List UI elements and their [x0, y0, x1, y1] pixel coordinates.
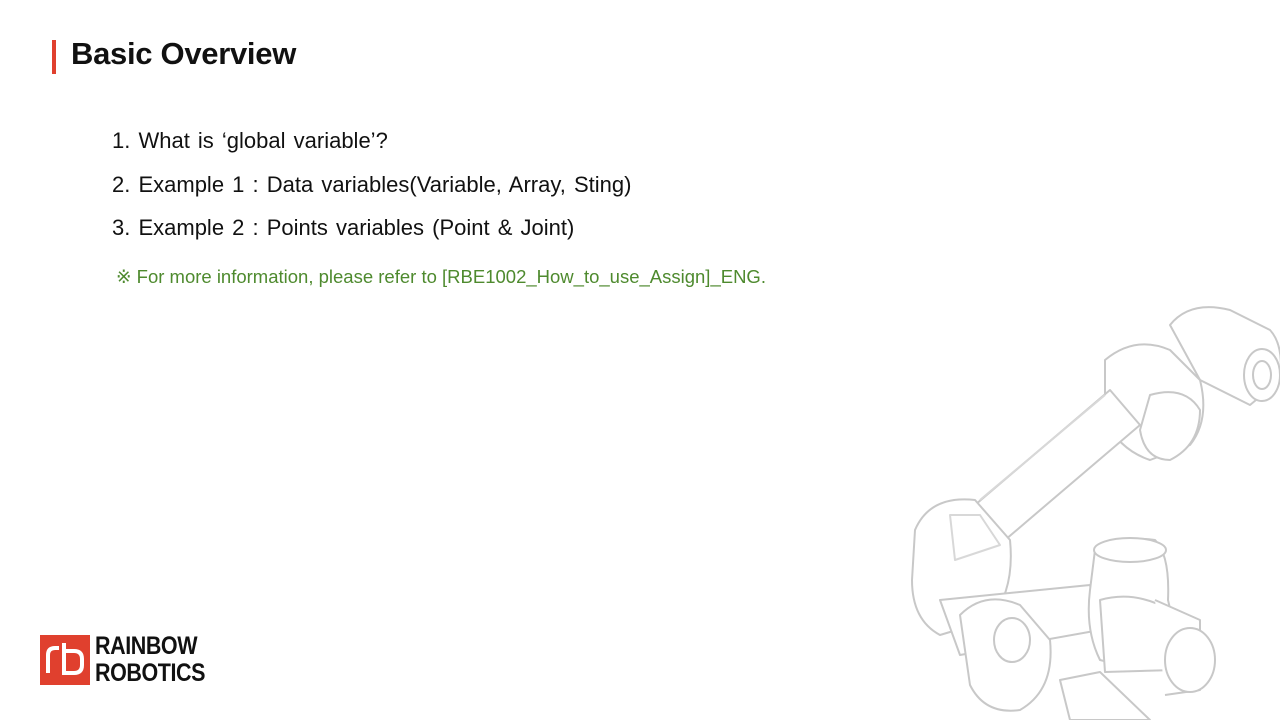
page-title: Basic Overview	[71, 36, 297, 71]
overview-list: 1. What is ‘global variable’? 2. Example…	[112, 124, 631, 255]
list-item: 1. What is ‘global variable’?	[112, 128, 388, 153]
title-accent-bar	[52, 40, 56, 74]
rainbow-robotics-logo: RAINBOW ROBOTICS	[40, 634, 220, 688]
logo-line-1: RAINBOW	[95, 632, 198, 660]
list-item: 3. Example 2 : Points variables (Point &…	[112, 215, 575, 240]
logo-wordmark: RAINBOW ROBOTICS	[95, 634, 205, 688]
list-item: 2. Example 1 : Data variables(Variable, …	[112, 171, 632, 197]
rb-logo-icon	[40, 635, 90, 685]
reference-note: ※ For more information, please refer to …	[116, 266, 766, 287]
robot-arm-illustration	[911, 306, 1280, 720]
logo-line-2: ROBOTICS	[95, 659, 206, 687]
